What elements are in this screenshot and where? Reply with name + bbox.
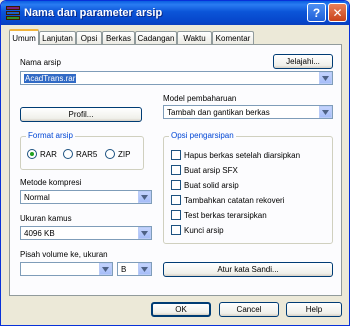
cancel-button[interactable]: Cancel	[219, 302, 279, 317]
winrar-icon	[6, 6, 20, 20]
checkbox-solid-label: Buat solid arsip	[184, 180, 239, 190]
title-bar[interactable]: Nama dan parameter arsip ? ✕	[1, 1, 349, 25]
window-title: Nama dan parameter arsip	[24, 7, 163, 19]
archive-name-value: AcadTrans.rar	[24, 73, 77, 83]
browse-button[interactable]: Jelajahi...	[273, 54, 333, 69]
chevron-down-icon[interactable]	[138, 263, 151, 275]
dictionary-value: 4096 KB	[24, 228, 55, 238]
checkbox-lock-label: Kunci arsip	[184, 225, 224, 235]
checkbox-box	[171, 210, 181, 220]
radio-circle	[105, 149, 115, 159]
checkbox-sfx-label: Buat arsip SFX	[184, 165, 238, 175]
archiving-options-title: Opsi pengarsipan	[169, 131, 236, 140]
tab-panel-umum: Nama arsip Jelajahi... AcadTrans.rar Pro…	[9, 44, 342, 296]
update-mode-select[interactable]: Tambah dan gantikan berkas	[163, 105, 333, 119]
checkbox-box	[171, 150, 181, 160]
radio-rar-label: RAR	[40, 149, 57, 159]
archive-name-label: Nama arsip	[20, 58, 61, 67]
chevron-down-icon[interactable]	[319, 106, 332, 118]
chevron-down-icon[interactable]	[138, 227, 151, 239]
profile-button[interactable]: Profil...	[20, 107, 142, 122]
archiving-options-group: Opsi pengarsipan Hapus berkas setelah di…	[163, 131, 333, 244]
checkbox-recovery[interactable]: Tambahkan catatan rekoveri	[171, 195, 285, 205]
set-password-button[interactable]: Atur kata Sandi...	[163, 262, 333, 277]
tab-berkas[interactable]: Berkas	[102, 31, 135, 44]
radio-circle	[63, 149, 73, 159]
help-button[interactable]: Help	[286, 302, 342, 317]
tab-waktu[interactable]: Waktu	[177, 31, 212, 44]
title-close-button[interactable]: ✕	[328, 3, 347, 22]
title-help-button[interactable]: ?	[307, 3, 326, 22]
tab-cadangan[interactable]: Cadangan	[135, 31, 177, 44]
update-mode-label: Model pembaharuan	[163, 94, 237, 103]
radio-zip-label: ZIP	[118, 149, 131, 159]
tab-umum[interactable]: Umum	[9, 29, 39, 45]
checkbox-sfx[interactable]: Buat arsip SFX	[171, 165, 238, 175]
tab-opsi[interactable]: Opsi	[76, 31, 102, 44]
checkbox-box	[171, 225, 181, 235]
checkbox-test[interactable]: Test berkas terarsipkan	[171, 210, 267, 220]
radio-circle	[27, 149, 37, 159]
volume-unit-value: B	[121, 264, 127, 274]
checkbox-box	[171, 180, 181, 190]
compression-label: Metode kompresi	[20, 178, 82, 187]
chevron-down-icon[interactable]	[319, 72, 332, 84]
volume-label: Pisah volume ke, ukuran	[20, 250, 108, 259]
format-group-title: Format arsip	[26, 131, 75, 140]
checkbox-test-label: Test berkas terarsipkan	[184, 210, 267, 220]
volume-unit-select[interactable]: B	[117, 262, 152, 276]
checkbox-solid[interactable]: Buat solid arsip	[171, 180, 239, 190]
dictionary-select[interactable]: 4096 KB	[20, 226, 152, 240]
radio-rar[interactable]: RAR	[27, 149, 57, 159]
update-mode-value: Tambah dan gantikan berkas	[167, 107, 270, 117]
volume-size-combo[interactable]	[20, 262, 113, 276]
checkbox-box	[171, 165, 181, 175]
dialog-window: Nama dan parameter arsip ? ✕ Umum Lanjut…	[0, 0, 350, 326]
radio-rar5-label: RAR5	[76, 149, 98, 159]
ok-button[interactable]: OK	[151, 302, 211, 317]
chevron-down-icon[interactable]	[138, 191, 151, 203]
checkbox-box	[171, 195, 181, 205]
checkbox-recovery-label: Tambahkan catatan rekoveri	[184, 195, 285, 205]
archive-name-combo[interactable]: AcadTrans.rar	[20, 71, 333, 85]
chevron-down-icon[interactable]	[99, 263, 112, 275]
checkbox-delete-after-label: Hapus berkas setelah diarsipkan	[184, 150, 301, 160]
dictionary-label: Ukuran kamus	[20, 214, 72, 223]
format-group: Format arsip RAR RAR5 ZIP	[20, 131, 144, 170]
checkbox-lock[interactable]: Kunci arsip	[171, 225, 224, 235]
compression-value: Normal	[24, 192, 50, 202]
checkbox-delete-after[interactable]: Hapus berkas setelah diarsipkan	[171, 150, 300, 160]
radio-zip[interactable]: ZIP	[105, 149, 130, 159]
tab-komentar[interactable]: Komentar	[212, 31, 254, 44]
compression-select[interactable]: Normal	[20, 190, 152, 204]
radio-rar5[interactable]: RAR5	[63, 149, 97, 159]
tab-lanjutan[interactable]: Lanjutan	[39, 31, 76, 44]
